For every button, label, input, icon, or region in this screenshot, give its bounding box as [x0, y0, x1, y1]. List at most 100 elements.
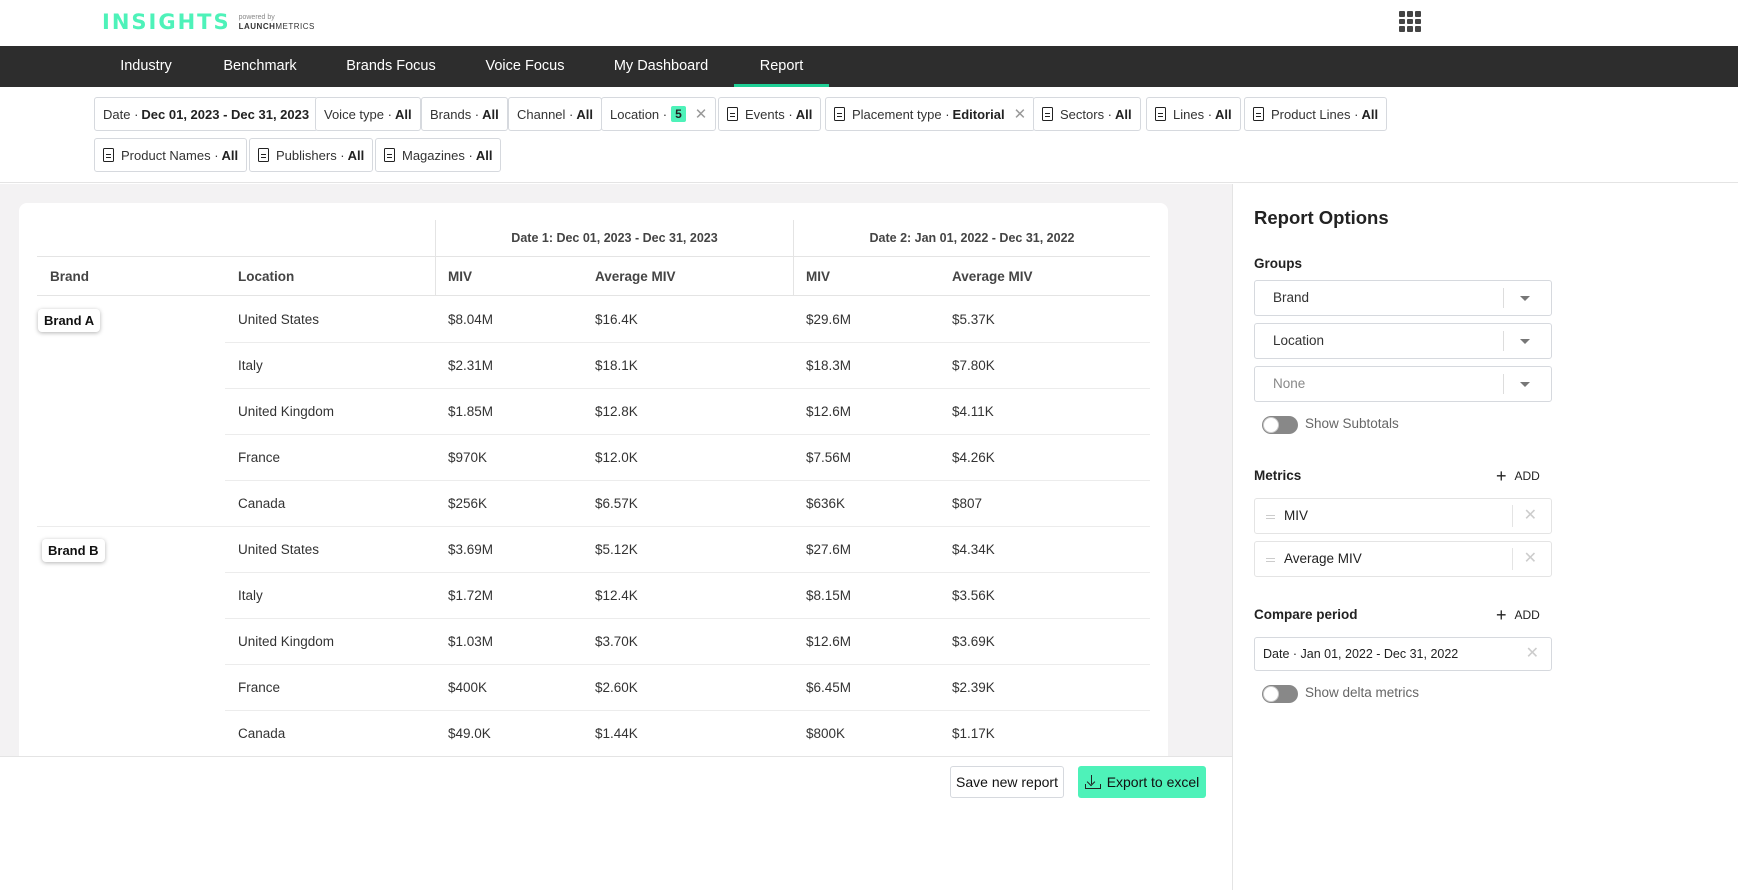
cell-miv-date2: $18.3M	[806, 358, 852, 373]
add-metric-button[interactable]: + ADD	[1496, 467, 1540, 485]
filter-chip-date[interactable]: Date · Dec 01, 2023 - Dec 31, 2023	[94, 97, 319, 131]
row-divider	[225, 710, 1150, 711]
cell-location: France	[238, 450, 281, 465]
cell-avg-miv-date1: $18.1K	[595, 358, 638, 373]
document-icon	[384, 148, 395, 162]
column-header-miv-1[interactable]: MIV	[448, 257, 472, 296]
period-header-date1: Date 1: Dec 01, 2023 - Dec 31, 2023	[435, 220, 793, 256]
metrics-label: Metrics	[1254, 468, 1302, 483]
cell-location: United Kingdom	[238, 634, 335, 649]
column-header-location[interactable]: Location	[238, 257, 294, 296]
cell-miv-date1: $3.69M	[448, 542, 494, 557]
remove-location-filter-icon[interactable]: ✕	[695, 105, 708, 123]
nav-tab-benchmark[interactable]: Benchmark	[210, 46, 310, 87]
group-select-2[interactable]: Location	[1254, 323, 1552, 359]
cell-location: Italy	[238, 588, 263, 603]
filter-chip-brands[interactable]: Brands · All	[421, 97, 508, 131]
show-subtotals-label: Show Subtotals	[1305, 416, 1399, 431]
remove-metric-icon[interactable]: ✕	[1524, 542, 1537, 576]
filter-chip-location[interactable]: Location · 5 ✕	[601, 97, 717, 131]
cell-miv-date2: $12.6M	[806, 634, 852, 649]
cell-miv-date2: $800K	[806, 726, 846, 741]
drag-handle-icon[interactable]	[1266, 558, 1275, 562]
export-to-excel-button[interactable]: Export to excel	[1078, 766, 1206, 798]
row-divider	[37, 526, 1150, 527]
plus-icon: +	[1496, 605, 1507, 625]
cell-avg-miv-date2: $3.69K	[952, 634, 995, 649]
chevron-down-icon	[1520, 296, 1530, 301]
filter-chip-publishers[interactable]: Publishers · All	[249, 138, 374, 172]
grid-apps-icon[interactable]	[1399, 11, 1422, 32]
remove-compare-period-icon[interactable]: ✕	[1526, 638, 1539, 670]
remove-metric-icon[interactable]: ✕	[1524, 499, 1537, 533]
chevron-down-icon	[1520, 382, 1530, 387]
column-header-avg-miv-2[interactable]: Average MIV	[952, 257, 1033, 296]
compare-period-field[interactable]: Date · Jan 01, 2022 - Dec 31, 2022 ✕	[1254, 637, 1552, 671]
document-icon	[103, 148, 114, 162]
cell-location: Canada	[238, 496, 286, 511]
cell-miv-date1: $1.03M	[448, 634, 494, 649]
cell-avg-miv-date2: $2.39K	[952, 680, 995, 695]
cell-miv-date2: $7.56M	[806, 450, 852, 465]
nav-tab-my-dashboard[interactable]: My Dashboard	[601, 46, 721, 87]
cell-miv-date1: $8.04M	[448, 312, 494, 327]
filter-chip-voice-type[interactable]: Voice type · All	[315, 97, 421, 131]
metric-item-miv: MIV ✕	[1254, 498, 1552, 534]
row-divider	[225, 342, 1150, 343]
cell-location: United Kingdom	[238, 404, 335, 419]
filter-chip-events[interactable]: Events · All	[718, 97, 822, 131]
table-header-row: Brand Location MIV Average MIV MIV Avera…	[37, 256, 1150, 296]
cell-avg-miv-date2: $5.37K	[952, 312, 995, 327]
cell-avg-miv-date2: $4.26K	[952, 450, 995, 465]
nav-tab-industry[interactable]: Industry	[104, 46, 188, 87]
cell-location: United States	[238, 312, 320, 327]
nav-tab-voice-focus[interactable]: Voice Focus	[472, 46, 578, 87]
cell-avg-miv-date1: $5.12K	[595, 542, 638, 557]
group-select-1[interactable]: Brand	[1254, 280, 1552, 316]
column-header-avg-miv-1[interactable]: Average MIV	[595, 257, 676, 296]
main-nav: Industry Benchmark Brands Focus Voice Fo…	[0, 46, 1738, 87]
cell-miv-date2: $636K	[806, 496, 846, 511]
add-compare-period-button[interactable]: + ADD	[1496, 605, 1540, 625]
show-delta-metrics-label: Show delta metrics	[1305, 685, 1420, 700]
column-header-miv-2[interactable]: MIV	[806, 257, 830, 296]
cell-miv-date2: $8.15M	[806, 588, 852, 603]
row-divider	[225, 664, 1150, 665]
row-divider	[225, 618, 1150, 619]
filter-chip-sectors[interactable]: Sectors · All	[1033, 97, 1141, 131]
compare-period-label: Compare period	[1254, 607, 1358, 622]
filter-chip-magazines[interactable]: Magazines · All	[375, 138, 502, 172]
nav-tab-report[interactable]: Report	[734, 46, 829, 87]
logo-wordmark: INSIGHTS	[102, 10, 231, 34]
cell-miv-date2: $27.6M	[806, 542, 852, 557]
cell-avg-miv-date2: $807	[952, 496, 983, 511]
cell-avg-miv-date1: $12.0K	[595, 450, 638, 465]
column-divider	[435, 220, 436, 296]
cell-avg-miv-date1: $1.44K	[595, 726, 638, 741]
filter-chip-channel[interactable]: Channel · All	[508, 97, 602, 131]
document-icon	[834, 107, 845, 121]
cell-location: Canada	[238, 726, 286, 741]
column-header-brand[interactable]: Brand	[50, 257, 89, 296]
remove-placement-filter-icon[interactable]: ✕	[1014, 105, 1027, 123]
show-delta-metrics-toggle[interactable]	[1262, 685, 1298, 703]
cell-miv-date1: $1.72M	[448, 588, 494, 603]
filter-chip-product-names[interactable]: Product Names · All	[94, 138, 248, 172]
document-icon	[1042, 107, 1053, 121]
cell-location: Italy	[238, 358, 263, 373]
nav-tab-brands-focus[interactable]: Brands Focus	[333, 46, 449, 87]
cell-miv-date1: $970K	[448, 450, 488, 465]
filter-chip-placement-type[interactable]: Placement type · Editorial ✕	[825, 97, 1036, 131]
save-new-report-button[interactable]: Save new report	[950, 766, 1064, 798]
filter-chip-product-lines[interactable]: Product Lines · All	[1244, 97, 1388, 131]
document-icon	[1253, 107, 1264, 121]
brand-group-label[interactable]: Brand A	[38, 309, 101, 332]
column-divider	[793, 220, 794, 296]
row-divider	[225, 480, 1150, 481]
insights-logo[interactable]: INSIGHTS powered by LAUNCHMETRICS	[102, 10, 315, 34]
group-select-3[interactable]: None	[1254, 366, 1552, 402]
drag-handle-icon[interactable]	[1266, 515, 1275, 519]
brand-group-label[interactable]: Brand B	[42, 539, 105, 562]
filter-chip-lines[interactable]: Lines · All	[1146, 97, 1241, 131]
show-subtotals-toggle[interactable]	[1262, 416, 1298, 434]
